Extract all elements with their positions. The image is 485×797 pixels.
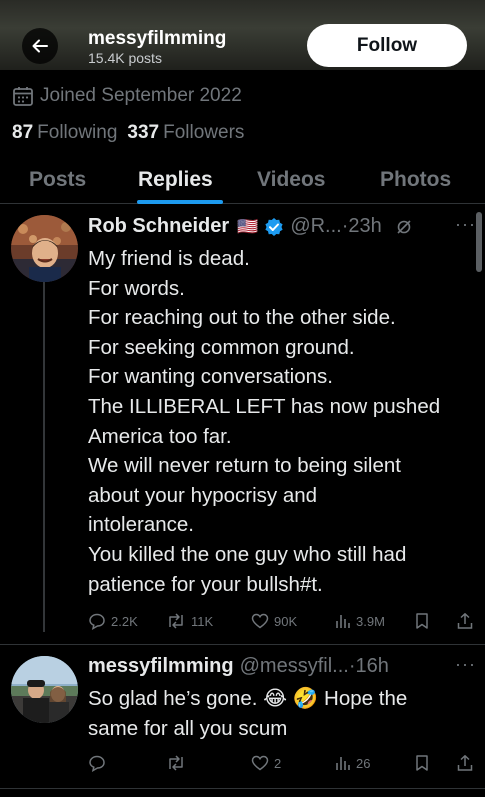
following-link[interactable]: 87 Following	[12, 122, 117, 144]
rofl-emoji-icon: 🤣	[292, 687, 319, 710]
tweet1-handle[interactable]: @R...	[290, 215, 341, 238]
calendar-icon	[13, 87, 33, 106]
tweet1-like-count: 90K	[274, 613, 298, 629]
tweet1-repost-count: 11K	[191, 613, 214, 629]
tweet1-header: Rob Schneider 🇺🇸 @R... · 23h	[88, 215, 412, 238]
tweet1-reply-button[interactable]: 2.2K	[88, 612, 138, 630]
tweet2-views-button[interactable]: 26	[335, 755, 370, 771]
heart-icon	[251, 613, 269, 629]
reply-icon	[89, 755, 105, 772]
tweet1-reply-count: 2.2K	[111, 613, 138, 629]
views-icon	[336, 615, 350, 628]
tweet1-line: The ILLIBERAL LEFT has now pushed	[88, 394, 441, 418]
tweet2-bookmark-button[interactable]	[414, 754, 430, 772]
tweet1-views-button[interactable]: 3.9M	[335, 613, 385, 629]
tweet1-line: For wanting conversations.	[88, 365, 333, 389]
grok-icon[interactable]	[396, 219, 412, 235]
tweet1-line: We will never return to being silent	[88, 454, 401, 478]
tweet-divider	[0, 788, 485, 789]
tweet2-line: So glad he’s gone. 😂 🤣 Hope the	[88, 684, 407, 714]
share-icon	[457, 755, 473, 771]
followers-label: Followers	[163, 122, 245, 143]
tweet1-line: For words.	[88, 276, 185, 300]
arrow-left-icon	[32, 39, 48, 53]
tweet1-view-count: 3.9M	[356, 613, 385, 629]
tweet1-line: patience for your bullsh#t.	[88, 572, 323, 596]
tweet1-line: My friend is dead.	[88, 247, 250, 270]
tweet1-repost-button[interactable]: 11K	[166, 612, 213, 630]
followers-count: 337	[127, 122, 160, 143]
tweet2-like-button[interactable]: 2	[251, 754, 281, 772]
views-icon	[336, 757, 350, 770]
avatar-image-icon	[11, 215, 78, 282]
verified-badge-icon	[265, 217, 283, 236]
tweet1-line: America too far.	[88, 424, 232, 448]
tweet2-reply-button[interactable]	[88, 754, 106, 772]
tab-photos[interactable]: Photos	[380, 168, 451, 192]
joy-emoji-icon: 😂	[263, 687, 288, 710]
tweet2-handle[interactable]: @messyfil...	[240, 655, 349, 678]
tweet2-text: So glad he’s gone. 😂 🤣 Hope the same for…	[88, 684, 407, 743]
repost-icon	[169, 613, 183, 629]
active-tab-indicator	[137, 200, 223, 204]
tweet1-text: My friend is dead. For words. For reachi…	[88, 244, 440, 599]
joined-date: Joined September 2022	[12, 85, 242, 107]
tweet2-timestamp[interactable]: 16h	[355, 655, 388, 678]
thread-line	[43, 282, 45, 632]
repost-icon	[169, 755, 183, 771]
tweet1-like-button[interactable]: 90K	[251, 612, 297, 630]
follow-stats: 87 Following 337 Followers	[12, 122, 244, 144]
tweet2-share-button[interactable]	[456, 754, 474, 772]
tweet1-timestamp[interactable]: 23h	[348, 215, 381, 238]
scrollbar[interactable]	[476, 212, 482, 272]
tweet1-more-icon[interactable]: ···	[455, 214, 476, 235]
dot-separator: ·	[341, 215, 349, 237]
tweet1-line: For seeking common ground.	[88, 335, 355, 359]
following-count: 87	[12, 122, 34, 143]
tweet-divider	[0, 644, 485, 645]
avatar-messyfilmming[interactable]	[11, 656, 78, 723]
bookmark-icon	[416, 613, 428, 629]
tweet2-repost-button[interactable]	[166, 754, 186, 772]
tweet2-author-name[interactable]: messyfilmming	[88, 655, 234, 678]
tweet2-actions: 2 26	[88, 752, 478, 774]
tab-posts[interactable]: Posts	[29, 168, 86, 192]
tweet1-author-name[interactable]: Rob Schneider	[88, 215, 229, 238]
tweet1-share-button[interactable]	[456, 612, 474, 630]
header-title: messyfilmming 15.4K posts	[88, 28, 226, 66]
tweet2-more-icon[interactable]: ···	[455, 654, 476, 675]
tab-replies[interactable]: Replies	[138, 168, 213, 192]
bookmark-icon	[416, 755, 428, 771]
share-icon	[457, 613, 473, 629]
tweet2-line: same for all you scum	[88, 716, 288, 740]
header-username: messyfilmming	[88, 28, 227, 49]
avatar-image-icon	[11, 656, 78, 723]
avatar-rob-schneider[interactable]	[11, 215, 78, 282]
following-label: Following	[37, 122, 118, 143]
tweet2-text-part: So glad he’s gone.	[88, 687, 264, 710]
tweet1-line: intolerance.	[88, 513, 194, 537]
reply-icon	[89, 613, 105, 630]
us-flag-icon: 🇺🇸	[237, 216, 259, 236]
tab-videos[interactable]: Videos	[257, 168, 325, 192]
profile-tabs: Posts Replies Videos Photos	[0, 160, 485, 204]
followers-link[interactable]: 337 Followers	[127, 122, 244, 144]
joined-text: Joined September 2022	[40, 85, 242, 106]
tweet2-header: messyfilmming @messyfil... · 16h	[88, 655, 389, 678]
tweet1-line: about your hypocrisy and	[88, 483, 318, 507]
tweet2-view-count: 26	[356, 755, 371, 771]
tweet1-actions: 2.2K 11K 90K 3.9M	[88, 610, 478, 632]
header-post-count: 15.4K posts	[88, 50, 162, 66]
tweet2-like-count: 2	[274, 755, 282, 771]
tweet2-text-part: Hope the	[318, 687, 408, 710]
tweet1-line: You killed the one guy who still had	[88, 542, 407, 566]
follow-button[interactable]: Follow	[307, 24, 467, 67]
dot-separator: ·	[348, 655, 356, 677]
heart-icon	[251, 755, 269, 771]
back-button[interactable]	[22, 28, 58, 64]
tweet1-line: For reaching out to the other side.	[88, 306, 396, 330]
tweet1-bookmark-button[interactable]	[414, 612, 430, 630]
